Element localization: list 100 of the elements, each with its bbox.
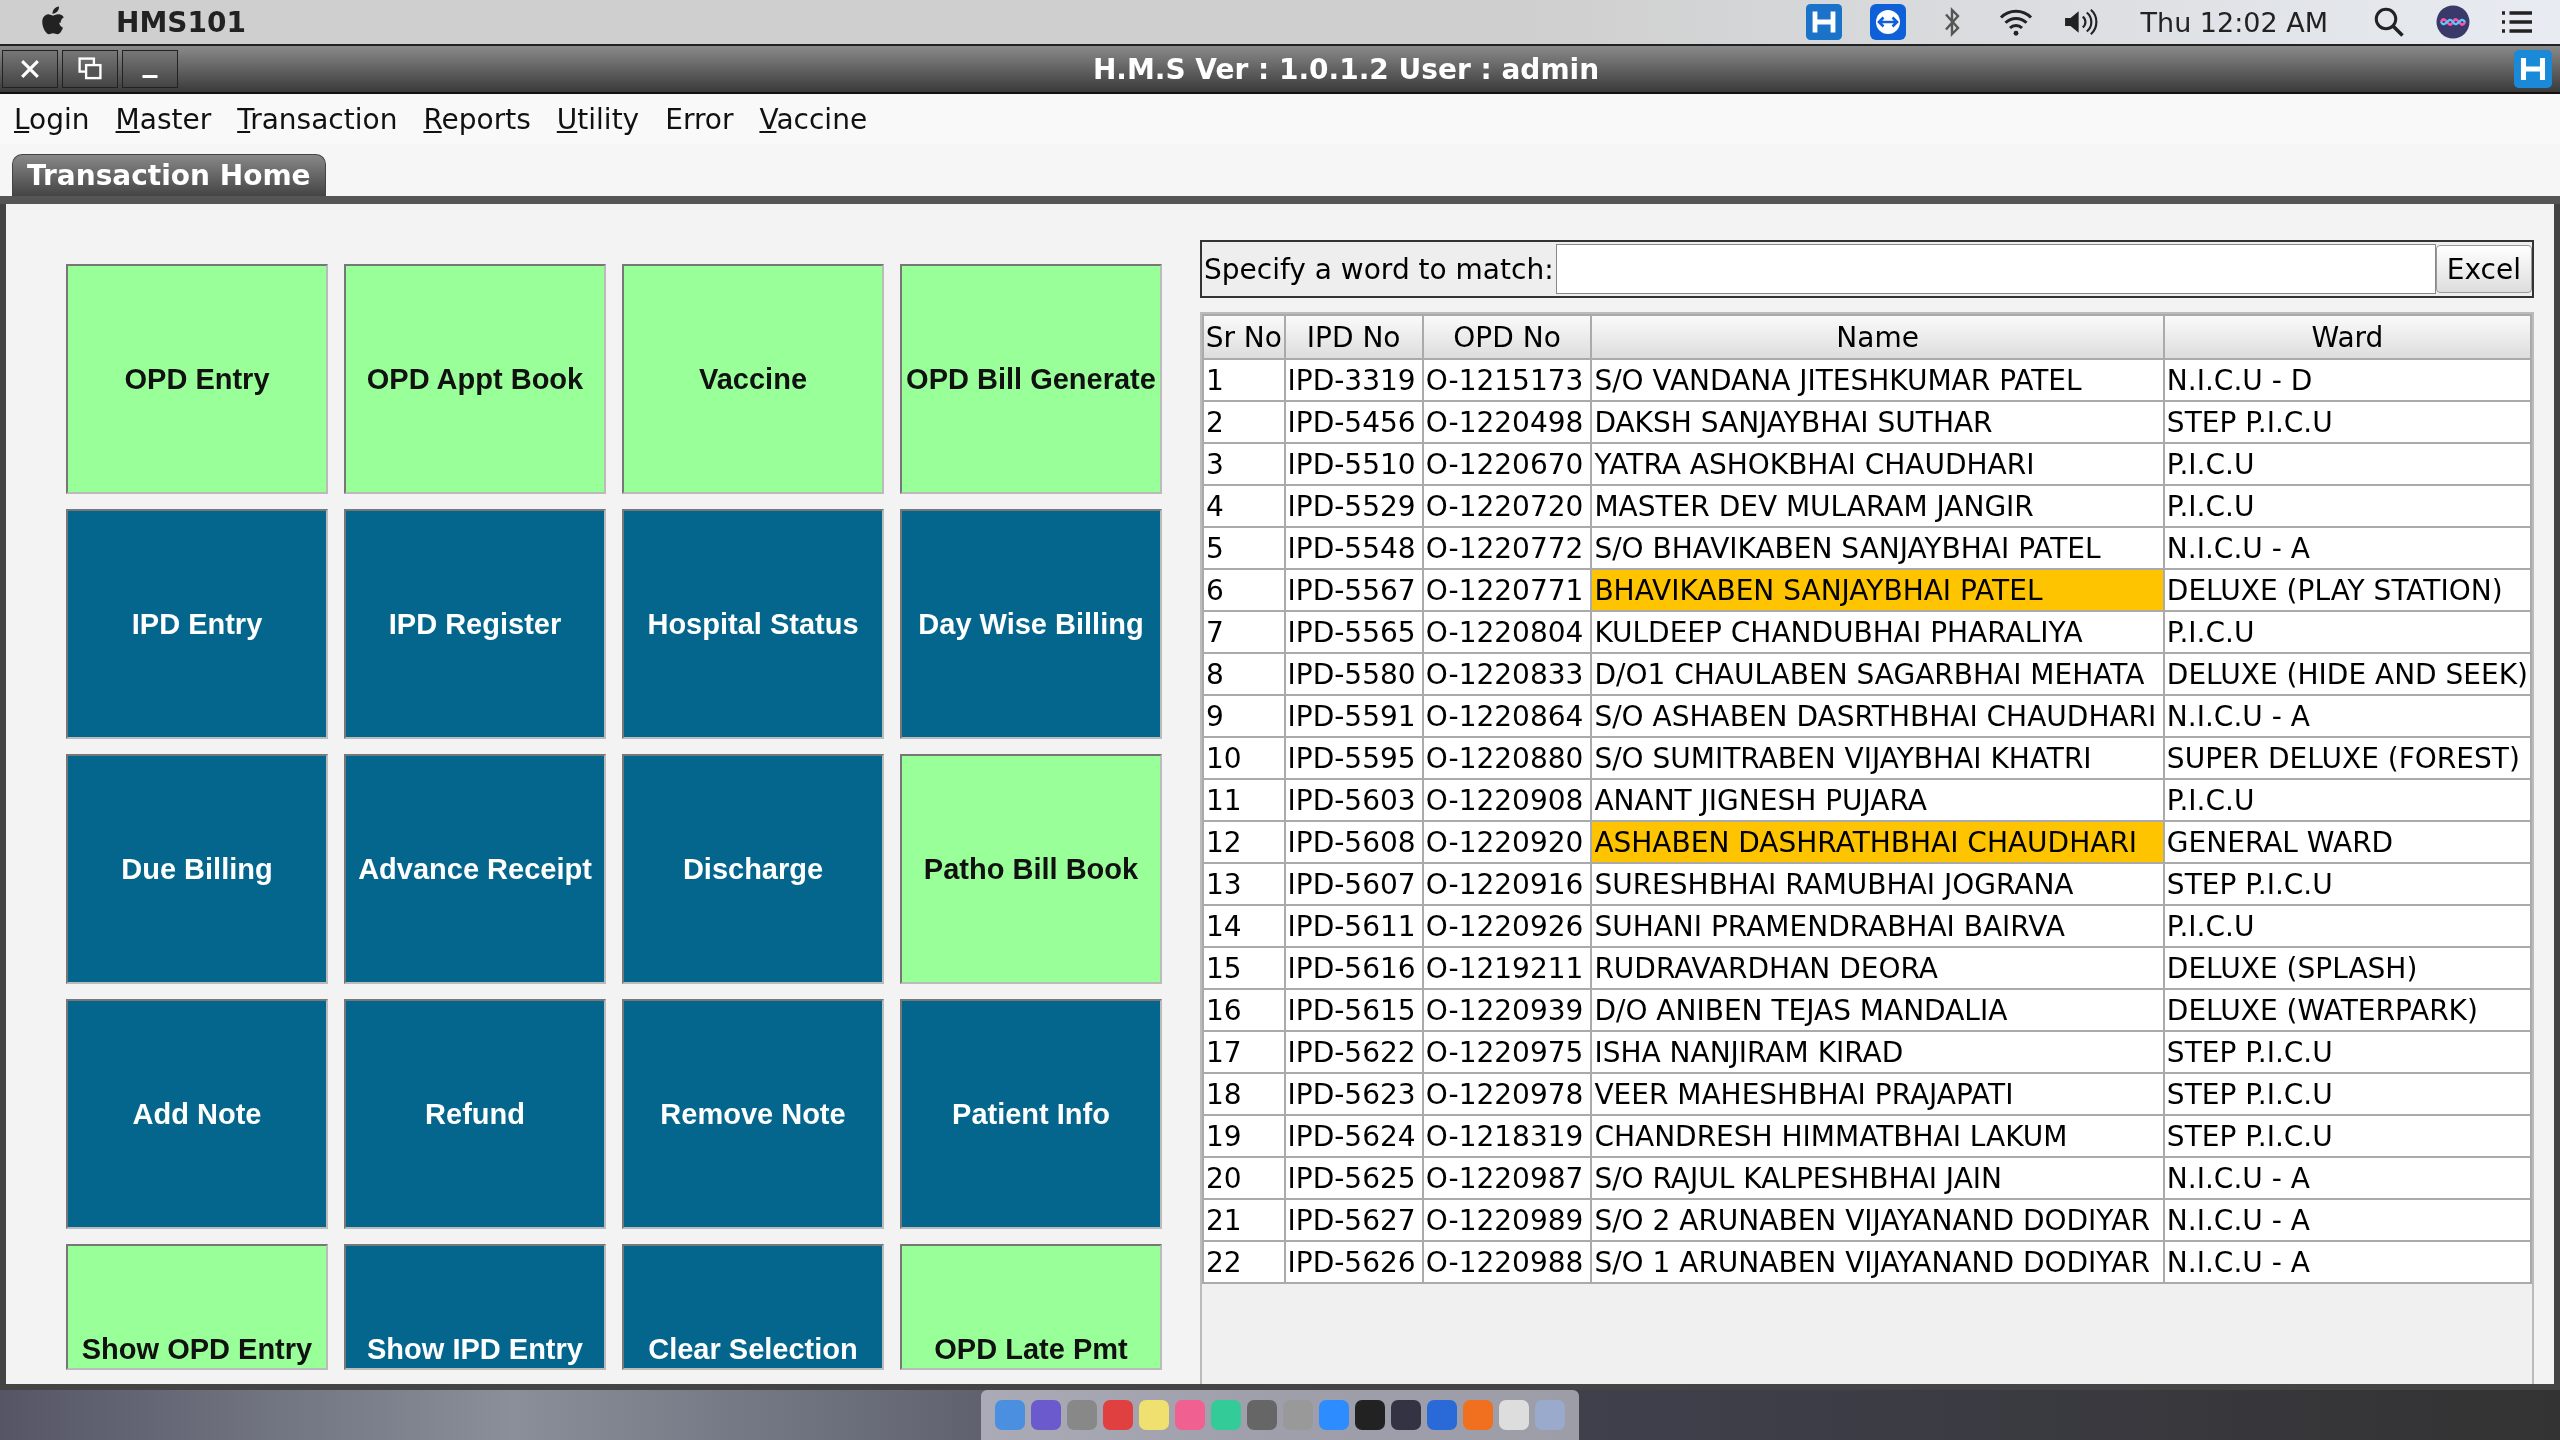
table-cell: P.I.C.U bbox=[2163, 779, 2531, 821]
clock-text[interactable]: Thu 12:02 AM bbox=[2140, 6, 2328, 38]
table-cell: O-1220978 bbox=[1422, 1073, 1592, 1115]
table-cell: O-1220880 bbox=[1422, 737, 1592, 779]
table-cell: IPD-5565 bbox=[1284, 611, 1423, 653]
excel-button[interactable]: Excel bbox=[2435, 245, 2532, 293]
action-button[interactable]: Refund bbox=[344, 999, 606, 1229]
table-cell: N.I.C.U - A bbox=[2163, 1199, 2531, 1241]
menu-item[interactable]: Error bbox=[665, 102, 734, 136]
table-cell: S/O 2 ARUNABEN VIJAYANAND DODIYAR bbox=[1591, 1199, 2164, 1241]
action-button[interactable]: Vaccine bbox=[622, 264, 884, 494]
table-cell: O-1220987 bbox=[1422, 1157, 1592, 1199]
table-cell: IPD-5627 bbox=[1284, 1199, 1423, 1241]
table-cell: IPD-5567 bbox=[1284, 569, 1423, 611]
table-cell: IPD-5595 bbox=[1284, 737, 1423, 779]
table-cell: S/O 1 ARUNABEN VIJAYANAND DODIYAR bbox=[1591, 1241, 2164, 1283]
column-header[interactable]: OPD No bbox=[1422, 315, 1592, 359]
table-cell: 19 bbox=[1203, 1115, 1285, 1157]
action-button[interactable]: Add Note bbox=[66, 999, 328, 1229]
column-header[interactable]: Sr No bbox=[1203, 315, 1285, 359]
table-cell: IPD-5529 bbox=[1284, 485, 1423, 527]
table-cell: 3 bbox=[1203, 443, 1285, 485]
hospital-h-icon[interactable] bbox=[1804, 4, 1843, 40]
table-cell: S/O RAJUL KALPESHBHAI JAIN bbox=[1591, 1157, 2164, 1199]
table-cell: O-1220670 bbox=[1422, 443, 1592, 485]
table-cell: S/O ASHABEN DASRTHBHAI CHAUDHARI bbox=[1591, 695, 2164, 737]
menu-item[interactable]: Utility bbox=[556, 102, 640, 136]
menu-item[interactable]: Vaccine bbox=[759, 102, 868, 136]
table-cell: DAKSH SANJAYBHAI SUTHAR bbox=[1591, 401, 2164, 443]
table-cell: GENERAL WARD bbox=[2163, 821, 2531, 863]
action-button[interactable]: OPD Entry bbox=[66, 264, 328, 494]
table-cell: O-1220720 bbox=[1422, 485, 1592, 527]
column-header[interactable]: Ward bbox=[2163, 315, 2531, 359]
close-button[interactable] bbox=[2, 50, 58, 88]
table-cell: O-1220908 bbox=[1422, 779, 1592, 821]
app-icon[interactable] bbox=[1391, 1400, 1421, 1430]
action-button[interactable]: Advance Receipt bbox=[344, 754, 606, 984]
table-cell: 16 bbox=[1203, 989, 1285, 1031]
action-button[interactable]: OPD Bill Generate bbox=[900, 264, 1162, 494]
table-cell: 8 bbox=[1203, 653, 1285, 695]
table-cell: O-1220772 bbox=[1422, 527, 1592, 569]
table-cell: 4 bbox=[1203, 485, 1285, 527]
table-cell: N.I.C.U - A bbox=[2163, 527, 2531, 569]
table-cell: STEP P.I.C.U bbox=[2163, 1073, 2531, 1115]
minimize-icon bbox=[142, 74, 158, 78]
action-button[interactable]: Remove Note bbox=[622, 999, 884, 1229]
restore-button[interactable] bbox=[62, 50, 118, 88]
table-cell: CHANDRESH HIMMATBHAI LAKUM bbox=[1591, 1115, 2164, 1157]
table-cell: 1 bbox=[1203, 359, 1285, 401]
table-cell: 15 bbox=[1203, 947, 1285, 989]
table-cell: DELUXE (HIDE AND SEEK) bbox=[2163, 653, 2531, 695]
table-cell: IPD-5622 bbox=[1284, 1031, 1423, 1073]
table-cell: N.I.C.U - A bbox=[2163, 1241, 2531, 1283]
action-button[interactable]: Show IPD Entry bbox=[344, 1244, 606, 1370]
table-cell: ASHABEN DASHRATHBHAI CHAUDHARI bbox=[1591, 821, 2164, 863]
menu-item[interactable]: Master bbox=[115, 102, 212, 136]
table-cell: STEP P.I.C.U bbox=[2163, 401, 2531, 443]
action-button[interactable]: Patient Info bbox=[900, 999, 1162, 1229]
table-cell: 5 bbox=[1203, 527, 1285, 569]
action-button[interactable]: IPD Entry bbox=[66, 509, 328, 739]
table-cell: DELUXE (SPLASH) bbox=[2163, 947, 2531, 989]
search-field[interactable] bbox=[1555, 244, 2436, 294]
table-cell: 6 bbox=[1203, 569, 1285, 611]
table-cell: STEP P.I.C.U bbox=[2163, 863, 2531, 905]
tab[interactable]: Transaction Home bbox=[12, 154, 326, 196]
table-cell: 9 bbox=[1203, 695, 1285, 737]
table-cell: O-1220804 bbox=[1422, 611, 1592, 653]
minimize-button[interactable] bbox=[122, 50, 178, 88]
table-cell: IPD-3319 bbox=[1284, 359, 1423, 401]
table-cell: N.I.C.U - A bbox=[2163, 1157, 2531, 1199]
table-cell: 10 bbox=[1203, 737, 1285, 779]
table-cell: DELUXE (WATERPARK) bbox=[2163, 989, 2531, 1031]
table-cell: 2 bbox=[1203, 401, 1285, 443]
action-button[interactable]: IPD Register bbox=[344, 509, 606, 739]
menu-item[interactable]: Transaction bbox=[237, 102, 398, 136]
siri-icon[interactable] bbox=[2434, 4, 2472, 40]
action-button[interactable]: Due Billing bbox=[66, 754, 328, 984]
action-button[interactable]: Clear Selection bbox=[622, 1244, 884, 1370]
action-button[interactable]: Patho Bill Book bbox=[900, 754, 1162, 984]
app-icon[interactable] bbox=[1355, 1400, 1385, 1430]
table-cell: DELUXE (PLAY STATION) bbox=[2163, 569, 2531, 611]
table-cell: SURESHBHAI RAMUBHAI JOGRANA bbox=[1591, 863, 2164, 905]
action-button[interactable]: Hospital Status bbox=[622, 509, 884, 739]
action-button[interactable]: Day Wise Billing bbox=[900, 509, 1162, 739]
column-header[interactable]: IPD No bbox=[1284, 315, 1423, 359]
menu-item[interactable]: Login bbox=[14, 102, 90, 136]
table-cell: RUDRAVARDHAN DEORA bbox=[1591, 947, 2164, 989]
action-button[interactable]: OPD Appt Book bbox=[344, 264, 606, 494]
action-button[interactable]: Show OPD Entry bbox=[66, 1244, 328, 1370]
table-cell: SUPER DELUXE (FOREST) bbox=[2163, 737, 2531, 779]
table-cell: SUHANI PRAMENDRABHAI BAIRVA bbox=[1591, 905, 2164, 947]
table-cell: P.I.C.U bbox=[2163, 443, 2531, 485]
menu-item[interactable]: Reports bbox=[423, 102, 531, 136]
column-header[interactable]: Name bbox=[1591, 315, 2164, 359]
action-button[interactable]: OPD Late Pmt bbox=[900, 1244, 1162, 1370]
action-button[interactable]: Discharge bbox=[622, 754, 884, 984]
app-name[interactable]: HMS101 bbox=[116, 5, 246, 39]
table-cell: O-1220989 bbox=[1422, 1199, 1592, 1241]
table-cell: O-1220833 bbox=[1422, 653, 1592, 695]
table-cell: S/O SUMITRABEN VIJAYBHAI KHATRI bbox=[1591, 737, 2164, 779]
